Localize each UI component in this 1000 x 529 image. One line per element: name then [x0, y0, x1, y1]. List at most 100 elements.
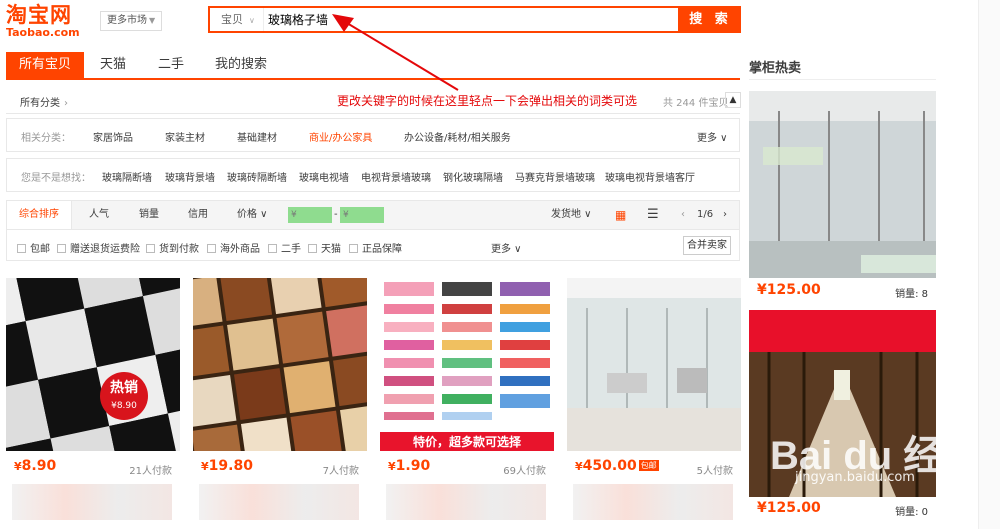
tab-all-items[interactable]: 所有宝贝: [6, 52, 84, 78]
tab-tmall[interactable]: 天猫: [90, 52, 136, 78]
search-type-dropdown[interactable]: 宝贝 ∨: [210, 8, 264, 31]
grid-view-icon[interactable]: ▦: [615, 201, 626, 229]
option-cod[interactable]: 货到付款: [146, 240, 199, 255]
chevron-down-icon: ∨: [717, 133, 728, 144]
price-range-dash: -: [334, 209, 338, 220]
suggest-item[interactable]: 马赛克背景墙玻璃: [515, 169, 595, 184]
chevron-down-icon: ∨: [511, 244, 522, 255]
sort-price[interactable]: 价格 ∨: [237, 201, 268, 229]
chevron-down-icon: ∨: [249, 16, 255, 25]
hot-item-sold: 销量: 0: [895, 507, 928, 518]
all-categories-link[interactable]: 所有分类 ›: [20, 94, 68, 109]
collapse-button[interactable]: ▲: [725, 92, 741, 108]
search-button[interactable]: 搜 索: [680, 6, 741, 33]
checkbox-icon: [268, 244, 277, 253]
options-bar: 包邮 赠送退货运费险 货到付款 海外商品 二手 天猫 正品保障 更多 ∨: [6, 230, 740, 261]
more-options-button[interactable]: 更多 ∨: [491, 240, 522, 255]
product-image[interactable]: [193, 278, 367, 451]
hot-item-price: ¥125.00: [757, 282, 821, 298]
suggest-item[interactable]: 玻璃隔断墙: [102, 169, 152, 184]
option-label: 天猫: [321, 244, 341, 255]
option-overseas[interactable]: 海外商品: [207, 240, 260, 255]
merge-sellers-button[interactable]: 合并卖家: [683, 236, 731, 255]
prev-page-icon[interactable]: ‹: [681, 201, 685, 229]
hot-item-image[interactable]: [749, 91, 936, 278]
option-genuine[interactable]: 正品保障: [349, 240, 402, 255]
suggest-item[interactable]: 玻璃电视墙: [299, 169, 349, 184]
product-sold: 7人付款: [322, 466, 359, 477]
related-item[interactable]: 家装主材: [165, 129, 205, 144]
option-label: 赠送退货运费险: [70, 244, 140, 255]
related-item[interactable]: 家居饰品: [93, 129, 133, 144]
checkbox-icon: [17, 244, 26, 253]
ship-from-label: 发货地: [551, 209, 581, 220]
annotation-arrow-icon: [332, 14, 459, 91]
more-markets-label: 更多市场: [107, 15, 147, 26]
divider: [6, 113, 740, 114]
product-card[interactable]: 特价，超多款可选择 ¥1.90 69人付款: [380, 278, 554, 529]
logo-cn: 淘宝网: [6, 3, 72, 27]
suggest-item[interactable]: 玻璃背景墙: [165, 169, 215, 184]
sort-popularity[interactable]: 人气: [89, 201, 109, 229]
product-sold: 69人付款: [503, 466, 546, 477]
ship-from-dropdown[interactable]: 发货地 ∨: [551, 201, 592, 229]
page-scrollbar[interactable]: [978, 0, 1000, 529]
hot-item-card[interactable]: ¥125.00 销量: 8: [749, 91, 936, 301]
product-price: ¥1.90: [388, 458, 431, 474]
option-tmall[interactable]: 天猫: [308, 240, 341, 255]
next-page-icon[interactable]: ›: [723, 201, 727, 229]
sort-default[interactable]: 综合排序: [7, 201, 72, 229]
option-label: 包邮: [30, 244, 50, 255]
price-min-input[interactable]: ¥: [288, 207, 332, 223]
hot-sale-title: 掌柜热卖: [749, 61, 802, 76]
related-categories-row: 相关分类： 家居饰品 家装主材 基础建材 商业/办公家具 办公设备/耗材/相关服…: [6, 118, 740, 152]
suggest-item[interactable]: 电视背景墙玻璃: [361, 169, 431, 184]
product-image[interactable]: [567, 278, 741, 451]
product-price: ¥8.90: [14, 458, 57, 474]
related-item-highlighted[interactable]: 商业/办公家具: [309, 129, 372, 144]
logo-en: Taobao.com: [6, 26, 80, 39]
suggest-item[interactable]: 玻璃电视背景墙客厅: [605, 169, 695, 184]
option-return-insurance[interactable]: 赠送退货运费险: [57, 240, 140, 255]
product-title-blurred: [12, 484, 172, 520]
related-label: 相关分类：: [21, 133, 71, 144]
sort-sales[interactable]: 销量: [139, 201, 159, 229]
taobao-logo[interactable]: 淘宝网 Taobao.com: [6, 4, 92, 40]
related-item[interactable]: 基础建材: [237, 129, 277, 144]
free-shipping-tag: 包邮: [638, 460, 659, 471]
suggest-item[interactable]: 钢化玻璃隔墙: [443, 169, 503, 184]
product-card[interactable]: ¥450.00 包邮 5人付款: [567, 278, 741, 529]
suggest-item[interactable]: 玻璃砖隔断墙: [227, 169, 287, 184]
checkbox-icon: [308, 244, 317, 253]
result-count: 共 244 件宝贝: [663, 98, 729, 109]
page-indicator: 1/6: [697, 209, 714, 220]
tab-my-search[interactable]: 我的搜索: [206, 52, 276, 78]
more-related-button[interactable]: 更多 ∨: [697, 129, 728, 144]
hot-item-price: ¥125.00: [757, 500, 821, 516]
product-sold: 5人付款: [696, 466, 733, 477]
product-banner-text: 特价，超多款可选择: [413, 434, 522, 449]
option-second-hand[interactable]: 二手: [268, 240, 301, 255]
hot-badge-text: 热销: [110, 379, 138, 396]
chevron-right-icon: ›: [64, 98, 68, 109]
product-image[interactable]: 热销 ¥8.90: [6, 278, 180, 451]
product-title-blurred: [386, 484, 546, 520]
more-markets-button[interactable]: 更多市场 ▼: [100, 11, 162, 31]
tab-second-hand[interactable]: 二手: [148, 52, 194, 78]
chevron-down-icon: ∨: [257, 209, 268, 220]
product-image[interactable]: 特价，超多款可选择: [380, 278, 554, 451]
list-view-icon[interactable]: ☰: [647, 201, 659, 229]
hot-item-card[interactable]: ¥125.00 销量: 0: [749, 310, 936, 529]
hot-badge-price: ¥8.90: [111, 401, 137, 411]
price-max-input[interactable]: ¥: [340, 207, 384, 223]
more-label: 更多: [491, 244, 511, 255]
sort-credit[interactable]: 信用: [188, 201, 208, 229]
related-item[interactable]: 办公设备/耗材/相关服务: [404, 129, 511, 144]
hot-item-sold: 销量: 8: [895, 289, 928, 300]
suggestions-row: 您是不是想找： 玻璃隔断墙 玻璃背景墙 玻璃砖隔断墙 玻璃电视墙 电视背景墙玻璃…: [6, 158, 740, 192]
product-card[interactable]: 热销 ¥8.90 ¥8.90 21人付款: [6, 278, 180, 529]
checkbox-icon: [349, 244, 358, 253]
annotation-text: 更改关键字的时候在这里轻点一下会弹出相关的词类可选: [337, 94, 638, 108]
option-free-shipping[interactable]: 包邮: [17, 240, 50, 255]
product-card[interactable]: ¥19.80 7人付款: [193, 278, 367, 529]
